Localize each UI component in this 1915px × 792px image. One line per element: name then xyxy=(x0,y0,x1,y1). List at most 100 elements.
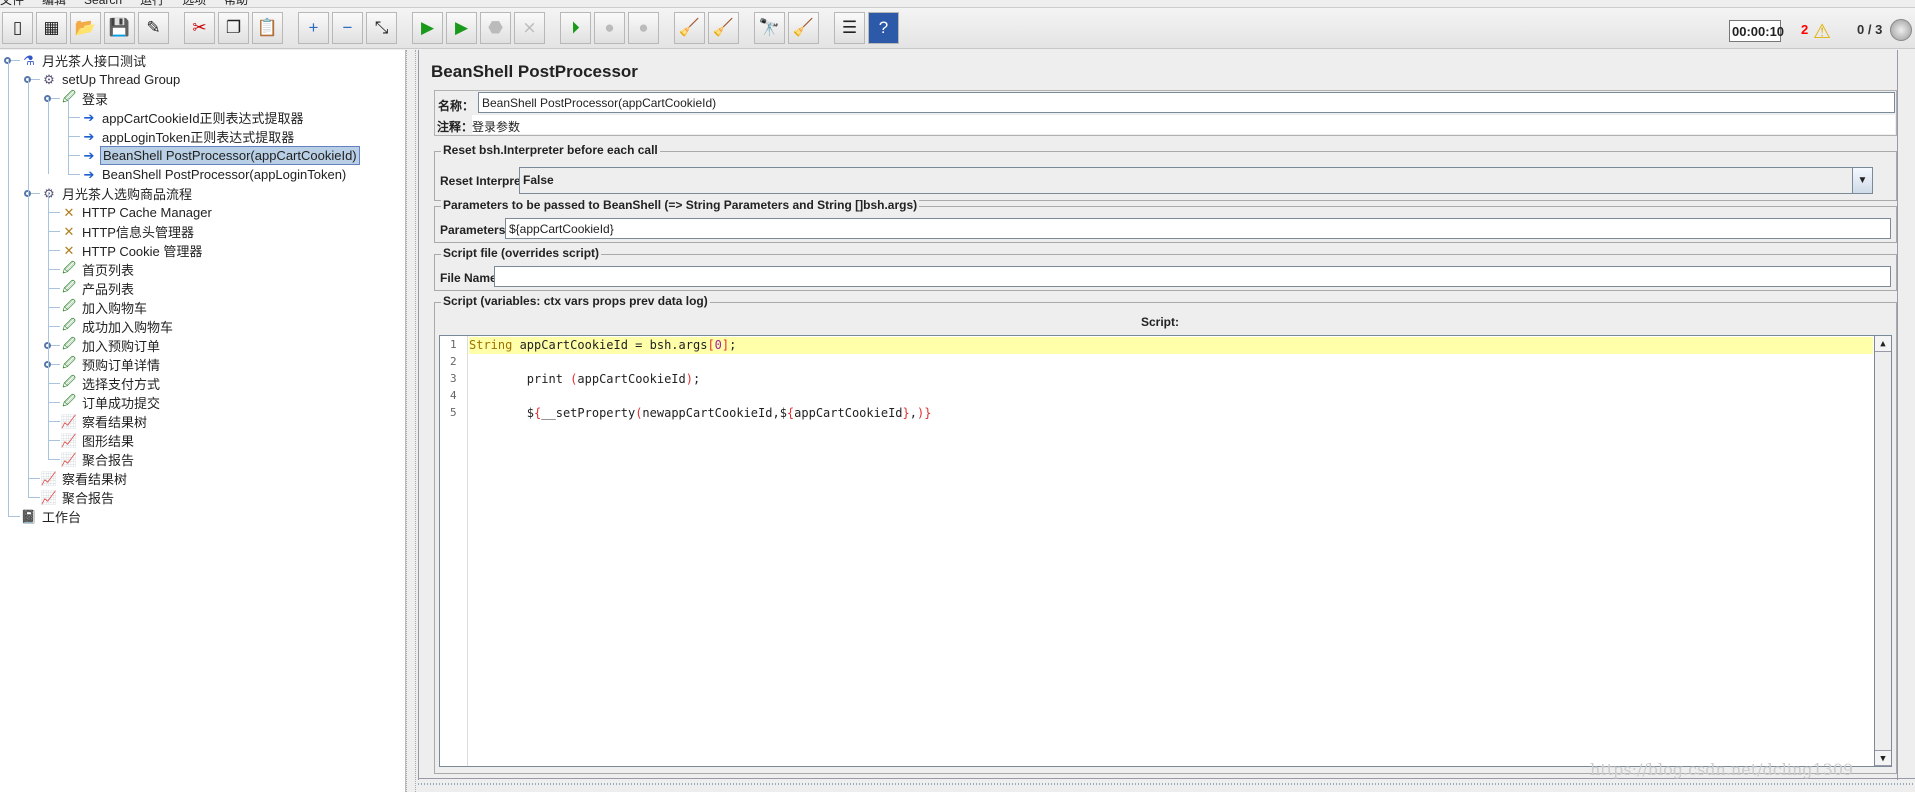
menu-item[interactable]: 运行 xyxy=(140,0,164,7)
thread-group-icon: ⚙ xyxy=(43,71,55,87)
copy-button[interactable]: ❐ xyxy=(218,12,249,44)
comment-input[interactable]: 登录参数 xyxy=(472,115,1895,134)
tree-node-label: 加入购物车 xyxy=(82,301,148,316)
tree-node[interactable]: ✕ HTTP Cookie 管理器 xyxy=(60,241,204,260)
name-input[interactable]: BeanShell PostProcessor(appCartCookieId) xyxy=(478,92,1895,113)
menu-item[interactable]: 编辑 xyxy=(42,0,66,7)
start-button[interactable]: ▶ xyxy=(412,12,443,44)
test-plan-tree: ⚗ 月光茶人接口测试 ⚙ setUp Thread Group 🖉 登录 ➔ appCartC… xyxy=(0,50,406,792)
elapsed-timer: 00:00:10 xyxy=(1729,20,1784,42)
code-line[interactable] xyxy=(469,388,1873,405)
code-line[interactable]: ${__setProperty(newappCartCookieId,${app… xyxy=(469,405,1873,422)
vertical-scrollbar[interactable]: ▲ ▼ xyxy=(1874,336,1891,766)
scroll-down-icon[interactable]: ▼ xyxy=(1875,750,1891,766)
tree-node-label: 订单成功提交 xyxy=(82,396,161,411)
chevron-down-icon[interactable]: ▼ xyxy=(1852,168,1872,193)
save-as-button[interactable]: ✎ xyxy=(138,12,169,44)
tree-node-label: 预购订单详情 xyxy=(82,358,161,373)
reset-interpreter-select[interactable]: False ▼ xyxy=(519,167,1873,194)
new-button[interactable]: ▯ xyxy=(2,12,33,44)
tree-node[interactable]: 🖉 预购订单详情 xyxy=(60,355,162,374)
tree-node[interactable]: ✕ HTTP信息头管理器 xyxy=(60,222,196,241)
function-helper-button[interactable]: ☰ xyxy=(834,12,865,44)
templates-button[interactable]: ▦ xyxy=(36,12,67,44)
warning-icon[interactable]: ⚠ xyxy=(1813,19,1831,44)
tree-node[interactable]: 🖉 首页列表 xyxy=(60,260,136,279)
tree-node[interactable]: ➔ BeanShell PostProcessor(appCartCookieId… xyxy=(80,146,360,165)
tree-node[interactable]: 📈 察看结果树 xyxy=(40,469,129,488)
file-name-input[interactable] xyxy=(494,266,1891,287)
tree-node[interactable]: 🖉 选择支付方式 xyxy=(60,374,162,393)
code-line[interactable] xyxy=(469,354,1873,371)
start-no-pause-button[interactable]: ▶ xyxy=(446,12,477,44)
script-group-title: Script (variables: ctx vars props prev d… xyxy=(441,294,710,308)
save-button[interactable]: 💾 xyxy=(104,12,135,44)
reset-search-button[interactable]: 🧹 xyxy=(788,12,819,44)
tree-node[interactable]: 🖉 加入购物车 xyxy=(60,298,149,317)
parameters-group: Parameters to be passed to BeanShell (=>… xyxy=(434,198,1897,243)
tree-node[interactable]: 🖉 加入预购订单 xyxy=(60,336,162,355)
listener-icon: 📈 xyxy=(40,470,58,486)
stop-button[interactable]: ⬣ xyxy=(480,12,511,44)
expand-button[interactable]: + xyxy=(298,12,329,44)
tree-node[interactable]: 📈 察看结果树 xyxy=(60,412,149,431)
code-line[interactable]: print (appCartCookieId); xyxy=(469,371,1873,388)
clear-button[interactable]: 🧹 xyxy=(674,12,705,44)
tree-node[interactable]: ⚙ setUp Thread Group xyxy=(40,70,182,89)
tree-connector xyxy=(48,212,60,213)
parameters-input[interactable]: ${appCartCookieId} xyxy=(505,218,1891,239)
help-icon: ? xyxy=(878,18,889,37)
cut-button[interactable]: ✂ xyxy=(184,12,215,44)
comment-label: 注释： xyxy=(437,120,474,134)
help-button[interactable]: ? xyxy=(868,12,899,44)
remote-start-button[interactable]: ⏵ xyxy=(560,12,591,44)
sampler-icon: 🖉 xyxy=(62,335,76,351)
tree-connector xyxy=(28,497,40,498)
tree-node[interactable]: ➔ appLoginToken正则表达式提取器 xyxy=(80,127,296,146)
tree-node-label: 聚合报告 xyxy=(62,491,115,506)
tree-node[interactable]: ➔ BeanShell PostProcessor(appLoginToken) xyxy=(80,165,348,184)
tree-node[interactable]: 📈 聚合报告 xyxy=(40,488,116,507)
tree-node[interactable]: 📈 聚合报告 xyxy=(60,450,136,469)
remote-shutdown-button[interactable]: ● xyxy=(628,12,659,44)
tree-node[interactable]: ➔ appCartCookieId正则表达式提取器 xyxy=(80,108,306,127)
tree-node[interactable]: 📈 图形结果 xyxy=(60,431,136,450)
post-processor-icon: ➔ xyxy=(83,166,95,182)
reset-interpreter-group: Reset bsh.Interpreter before each call R… xyxy=(434,143,1897,201)
sampler-icon: 🖉 xyxy=(62,297,76,313)
templates-icon: ▦ xyxy=(43,18,60,37)
config-element-icon: ✕ xyxy=(63,204,75,220)
start-no-pause-icon: ▶ xyxy=(454,18,469,37)
menu-item[interactable]: 选项 xyxy=(182,0,206,7)
collapse-button[interactable]: − xyxy=(332,12,363,44)
tree-node[interactable]: 🖉 产品列表 xyxy=(60,279,136,298)
active-threads: 0 / 3 xyxy=(1857,22,1883,37)
open-button[interactable]: 📂 xyxy=(70,12,101,44)
tree-connector xyxy=(28,478,40,479)
search-button[interactable]: 🔭 xyxy=(754,12,785,44)
clear-all-button[interactable]: 🧹 xyxy=(708,12,739,44)
tree-node[interactable]: 🖉 订单成功提交 xyxy=(60,393,162,412)
tree-node[interactable]: 📓 工作台 xyxy=(20,507,83,526)
menu-item[interactable]: 文件 xyxy=(0,0,24,7)
bottom-splitter[interactable] xyxy=(418,778,1915,786)
reset-group-title: Reset bsh.Interpreter before each call xyxy=(441,143,660,157)
sampler-icon: 🖉 xyxy=(62,88,76,104)
tree-connector xyxy=(48,98,49,174)
tree-node[interactable]: 🖉 成功加入购物车 xyxy=(60,317,175,336)
tree-node[interactable]: ✕ HTTP Cache Manager xyxy=(60,203,214,222)
script-editor[interactable]: 1 2 3 4 5 ▲ ▼ String appCartCookieId = bsh.a… xyxy=(439,335,1892,767)
menu-item[interactable]: 帮助 xyxy=(224,0,248,7)
code-line[interactable]: String appCartCookieId = bsh.args[0]; xyxy=(469,337,1873,354)
pane-splitter[interactable] xyxy=(406,50,416,792)
remote-stop-button[interactable]: ● xyxy=(594,12,625,44)
menu-item[interactable]: Search xyxy=(84,0,122,7)
shutdown-button[interactable]: ⨯ xyxy=(514,12,545,44)
error-count[interactable]: 2 xyxy=(1801,22,1808,37)
toggle-button[interactable]: ⤡ xyxy=(366,12,397,44)
script-file-group: Script file (overrides script) File Name… xyxy=(434,246,1897,291)
scroll-up-icon[interactable]: ▲ xyxy=(1875,336,1891,352)
tree-node[interactable]: ⚙ 月光茶人选购商品流程 xyxy=(40,184,194,203)
tree-node[interactable]: ⚗ 月光茶人接口测试 xyxy=(20,51,148,70)
paste-button[interactable]: 📋 xyxy=(252,12,283,44)
